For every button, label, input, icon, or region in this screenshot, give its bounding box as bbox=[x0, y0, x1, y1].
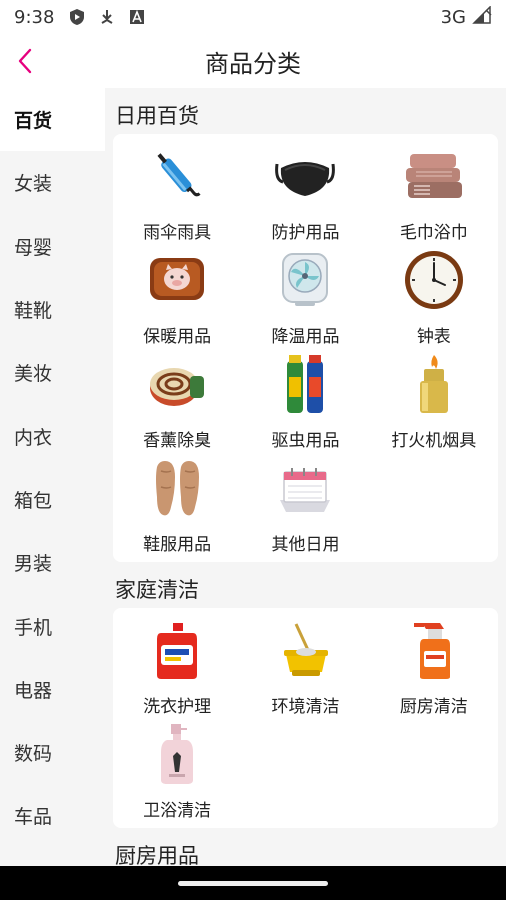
back-icon[interactable] bbox=[10, 46, 40, 76]
category-item-label: 保暖用品 bbox=[143, 327, 212, 347]
towel-icon bbox=[402, 144, 466, 208]
category-item[interactable]: 鞋服用品 bbox=[113, 454, 241, 558]
category-item[interactable]: 毛巾浴巾 bbox=[370, 142, 498, 246]
category-item[interactable]: 雨伞雨具 bbox=[113, 142, 241, 246]
sidebar-item-neiyi[interactable]: 内衣 bbox=[0, 404, 105, 467]
category-item-label: 环境清洁 bbox=[271, 697, 340, 717]
section-title: 家庭清洁 bbox=[115, 578, 199, 602]
category-item[interactable]: 降温用品 bbox=[241, 246, 369, 350]
status-bar: 9:38 3G bbox=[0, 0, 506, 34]
category-item[interactable]: 厨房清洁 bbox=[370, 616, 498, 720]
mosquito-coil-icon bbox=[145, 352, 209, 416]
category-item-label: 卫浴清洁 bbox=[143, 801, 212, 821]
sidebar-item-label: 女装 bbox=[14, 173, 53, 196]
sidebar-item-xiexue[interactable]: 鞋靴 bbox=[0, 278, 105, 341]
category-item[interactable]: 打火机烟具 bbox=[370, 350, 498, 454]
category-item[interactable]: 钟表 bbox=[370, 246, 498, 350]
category-item[interactable]: 卫浴清洁 bbox=[113, 720, 241, 824]
sidebar-item-label: 男装 bbox=[14, 553, 53, 576]
category-item-label: 洗衣护理 bbox=[143, 697, 212, 717]
clock-icon bbox=[402, 248, 466, 312]
sidebar-item-label: 车品 bbox=[14, 806, 53, 829]
insect-spray-icon bbox=[273, 352, 337, 416]
network-type: 3G bbox=[440, 6, 466, 28]
category-item-label: 厨房清洁 bbox=[399, 697, 468, 717]
app-bar: 商品分类 bbox=[0, 34, 506, 88]
calendar-icon bbox=[273, 456, 337, 520]
category-item-label: 雨伞雨具 bbox=[143, 223, 212, 243]
category-card: 洗衣护理 环境清洁 厨房清洁 卫浴清洁 bbox=[113, 608, 498, 828]
sidebar-item-label: 箱包 bbox=[14, 489, 53, 512]
sidebar-item-label: 母婴 bbox=[14, 236, 53, 259]
category-item[interactable]: 驱虫用品 bbox=[241, 350, 369, 454]
insole-icon bbox=[145, 456, 209, 520]
category-item[interactable]: 洗衣护理 bbox=[113, 616, 241, 720]
category-content: 日用百货 雨伞雨具 防护用品 毛巾浴巾 保暖用品 降温用品 钟表 香薰除臭 驱虫… bbox=[105, 88, 506, 866]
section-title: 厨房用品 bbox=[115, 844, 199, 866]
system-nav-bar bbox=[0, 866, 506, 900]
category-item[interactable]: 其他日用 bbox=[241, 454, 369, 558]
category-item-label: 驱虫用品 bbox=[271, 431, 340, 451]
category-item-label: 香薰除臭 bbox=[143, 431, 212, 451]
sidebar-item-label: 鞋靴 bbox=[14, 300, 53, 323]
sidebar-item-label: 手机 bbox=[14, 616, 53, 639]
shield-play-icon bbox=[68, 8, 86, 26]
sidebar-item-meizhuang[interactable]: 美妆 bbox=[0, 341, 105, 404]
sidebar-item-chepin[interactable]: 车品 bbox=[0, 784, 105, 847]
category-item-label: 毛巾浴巾 bbox=[399, 223, 468, 243]
spray-bottle-icon bbox=[402, 618, 466, 682]
sidebar-item-muying[interactable]: 母婴 bbox=[0, 215, 105, 278]
status-time: 9:38 bbox=[14, 6, 55, 28]
sidebar-item-shuma[interactable]: 数码 bbox=[0, 721, 105, 784]
category-item[interactable]: 防护用品 bbox=[241, 142, 369, 246]
hot-water-bag-icon bbox=[145, 248, 209, 312]
sidebar-item-nvzhuang[interactable]: 女装 bbox=[0, 151, 105, 214]
detergent-icon bbox=[145, 618, 209, 682]
home-gesture-handle[interactable] bbox=[178, 881, 328, 886]
page-title: 商品分类 bbox=[205, 49, 301, 78]
category-item-label: 钟表 bbox=[416, 327, 451, 347]
mop-bucket-icon bbox=[273, 618, 337, 682]
category-item[interactable]: 保暖用品 bbox=[113, 246, 241, 350]
signal-icon bbox=[472, 4, 492, 29]
fan-icon bbox=[273, 248, 337, 312]
sidebar-item-baihuo[interactable]: 百货 bbox=[0, 88, 105, 152]
sidebar-item-label: 电器 bbox=[14, 679, 53, 702]
sidebar-item-label: 百货 bbox=[14, 110, 53, 133]
category-item-label: 防护用品 bbox=[271, 223, 340, 243]
lighter-icon bbox=[402, 352, 466, 416]
download-icon bbox=[98, 8, 116, 26]
section-title: 日用百货 bbox=[115, 104, 199, 128]
sidebar-item-xiangbao[interactable]: 箱包 bbox=[0, 468, 105, 531]
category-item-label: 其他日用 bbox=[271, 535, 340, 555]
category-card: 雨伞雨具 防护用品 毛巾浴巾 保暖用品 降温用品 钟表 香薰除臭 驱虫用品 打火… bbox=[113, 134, 498, 562]
category-item-label: 鞋服用品 bbox=[143, 535, 212, 555]
body-wash-icon bbox=[145, 722, 209, 786]
sidebar-item-label: 内衣 bbox=[14, 426, 53, 449]
sidebar-item-nanzhuang[interactable]: 男装 bbox=[0, 531, 105, 594]
umbrella-icon bbox=[145, 144, 209, 208]
category-sidebar: 百货 女装 母婴 鞋靴 美妆 内衣 箱包 男装 手机 电器 数码 车品 bbox=[0, 88, 105, 866]
text-a-icon bbox=[128, 8, 146, 26]
category-item[interactable]: 环境清洁 bbox=[241, 616, 369, 720]
sidebar-item-label: 美妆 bbox=[14, 363, 53, 386]
category-item[interactable]: 香薰除臭 bbox=[113, 350, 241, 454]
sidebar-item-dianqi[interactable]: 电器 bbox=[0, 658, 105, 721]
sidebar-item-shouji[interactable]: 手机 bbox=[0, 594, 105, 657]
category-item-label: 打火机烟具 bbox=[391, 431, 477, 451]
category-item-label: 降温用品 bbox=[271, 327, 340, 347]
sidebar-item-label: 数码 bbox=[14, 743, 53, 766]
face-mask-icon bbox=[273, 144, 337, 208]
